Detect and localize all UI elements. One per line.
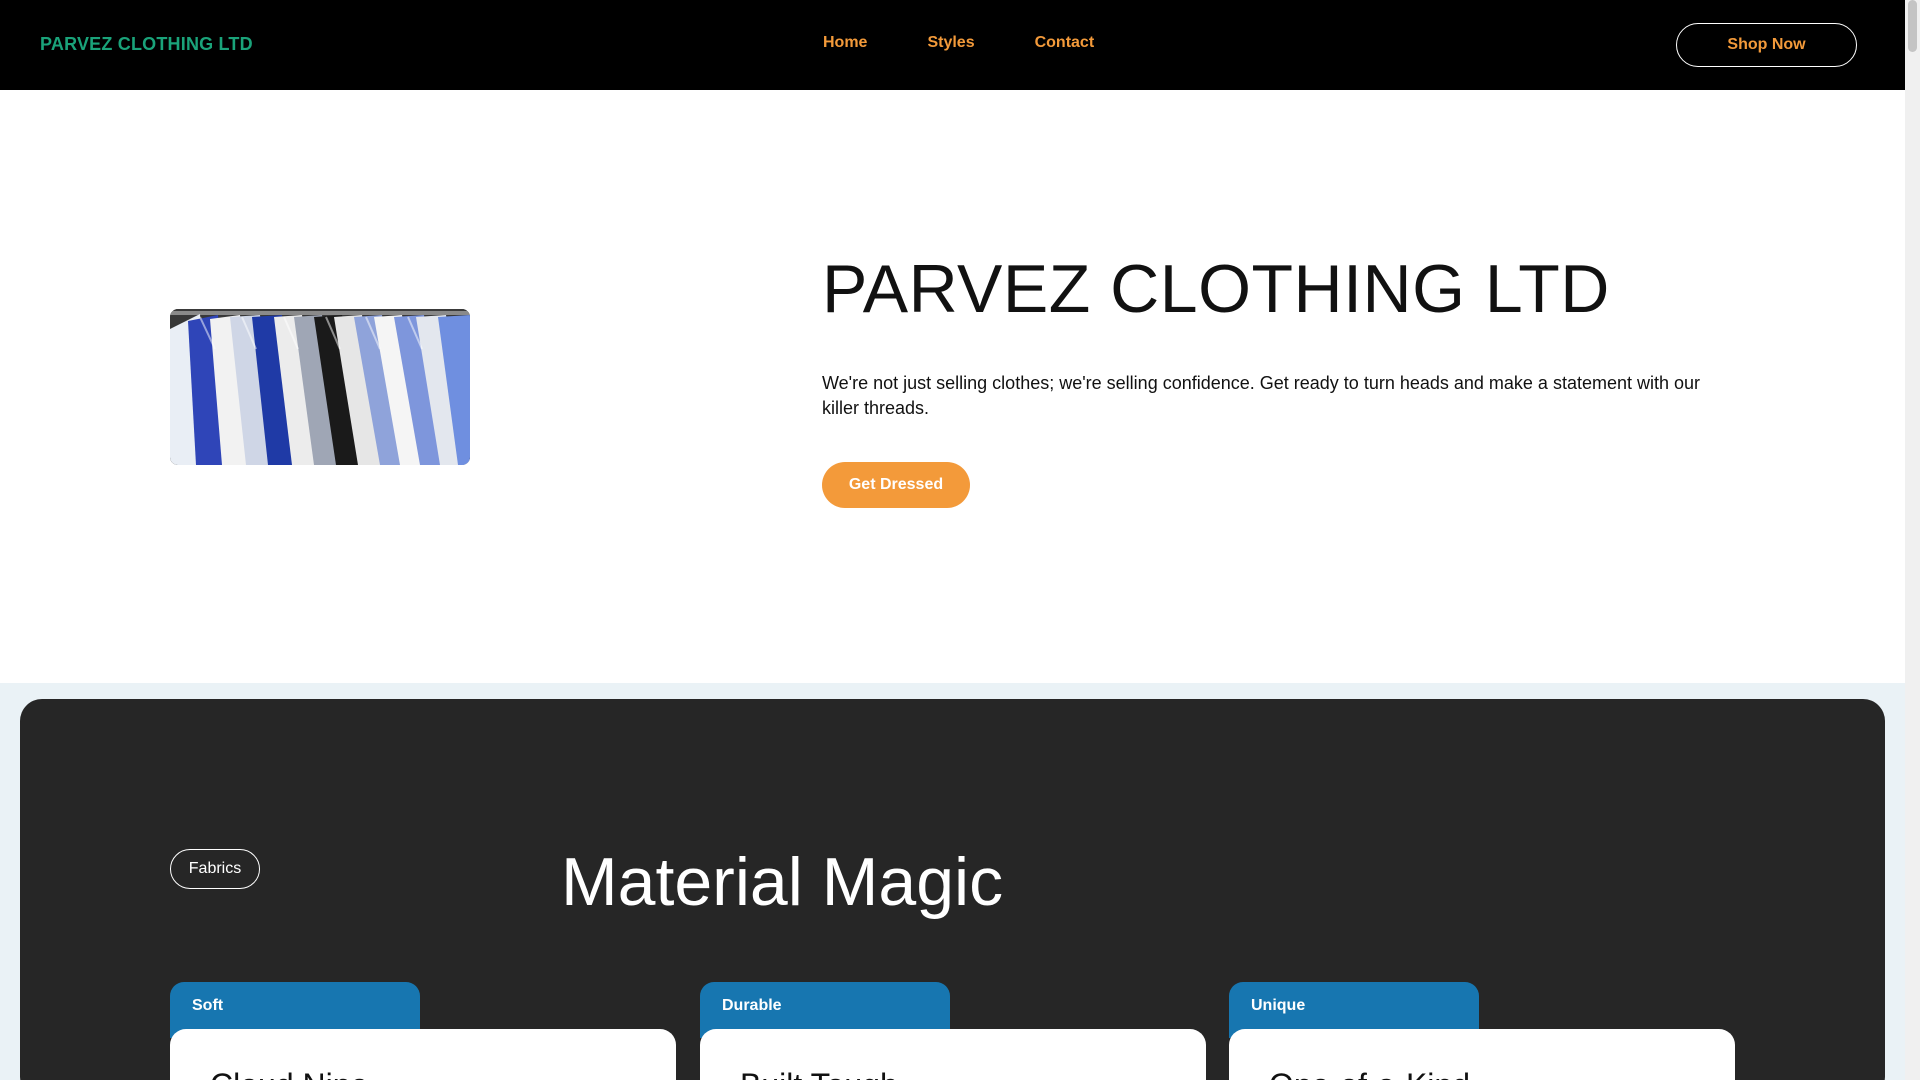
materials-title: Material Magic [561, 844, 1004, 920]
material-card-durable: Built Tough [700, 1029, 1206, 1080]
shop-now-button[interactable]: Shop Now [1676, 23, 1857, 67]
hero-shirts-image [170, 309, 470, 465]
hero-description: We're not just selling clothes; we're se… [822, 373, 1701, 418]
get-dressed-button[interactable]: Get Dressed [822, 462, 970, 508]
card-title: Cloud Nine [210, 1067, 368, 1080]
nav-links: Home Styles Contact [823, 34, 1094, 52]
material-card-unique: One-of-a-Kind [1229, 1029, 1735, 1080]
nav-link-home[interactable]: Home [823, 34, 867, 52]
scrollbar-thumb[interactable] [1908, 0, 1917, 52]
card-title: Built Tough [740, 1067, 898, 1080]
hero-title: PARVEZ CLOTHING LTD [822, 251, 1610, 327]
nav-link-contact[interactable]: Contact [1035, 34, 1095, 52]
nav-link-styles[interactable]: Styles [927, 34, 974, 52]
card-title: One-of-a-Kind [1269, 1067, 1470, 1080]
shirts-rack-illustration [170, 309, 470, 465]
material-card-soft: Cloud Nine [170, 1029, 676, 1080]
brand-logo-text[interactable]: PARVEZ CLOTHING LTD [40, 34, 253, 55]
top-navbar: PARVEZ CLOTHING LTD Home Styles Contact … [0, 0, 1905, 90]
page-scrollbar[interactable] [1905, 0, 1920, 1080]
fabrics-chip: Fabrics [170, 849, 260, 889]
